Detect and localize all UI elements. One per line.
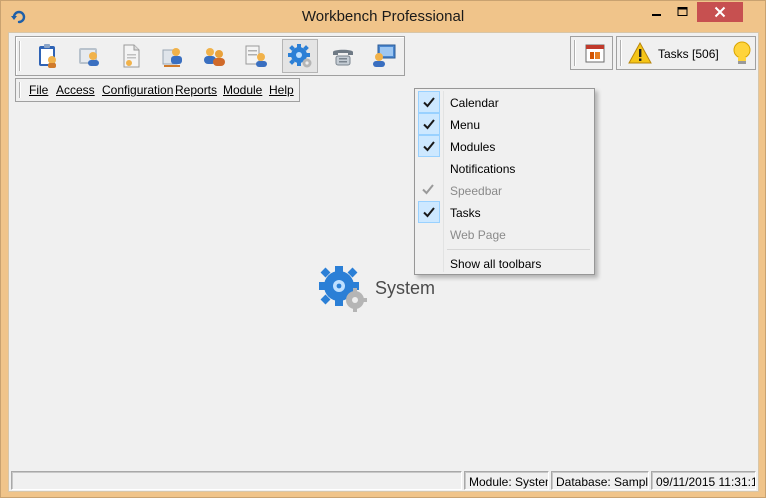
status-datetime: 09/11/2015 11:31:12 [651, 471, 756, 490]
menu-access[interactable]: Access [56, 83, 95, 97]
gear-system-icon [288, 44, 312, 68]
minimize-icon [652, 14, 661, 16]
context-item-label: Show all toolbars [450, 257, 542, 271]
menu-file[interactable]: File [29, 83, 48, 97]
toolbar-button-6[interactable] [238, 39, 274, 73]
status-database: Database: Sample [551, 471, 649, 490]
user-card-icon [79, 48, 99, 66]
menu-reports[interactable]: Reports [175, 83, 217, 97]
menu-configuration[interactable]: Configuration [102, 83, 173, 97]
toolbar-button-5[interactable] [196, 39, 232, 73]
users-group-icon [204, 48, 225, 66]
calendar-icon[interactable] [585, 43, 605, 63]
current-module-label: System [375, 278, 436, 298]
tasks-count-label[interactable]: Tasks [506] [658, 47, 719, 61]
warning-icon[interactable] [628, 42, 652, 64]
checkmark-icon [423, 141, 435, 152]
close-button[interactable] [697, 2, 743, 22]
lightbulb-icon[interactable] [732, 40, 752, 66]
tasks-check [418, 201, 440, 223]
gear-system-icon [319, 266, 367, 312]
phone-icon [333, 49, 353, 66]
web-page-check [418, 223, 440, 245]
toolbar-button-4[interactable] [155, 39, 191, 73]
toolbar-button-2[interactable] [72, 39, 108, 73]
tasks-toolbar-grip[interactable] [620, 40, 622, 66]
checkmark-icon [422, 184, 434, 195]
calendar-toolbar-grip[interactable] [574, 40, 576, 66]
toolbar-button-1[interactable] [30, 39, 66, 73]
checkmark-icon [423, 97, 435, 108]
context-item-label: Calendar [450, 96, 499, 110]
context-item-menu[interactable]: Menu [417, 113, 592, 135]
context-item-label: Tasks [450, 206, 481, 220]
menu-help[interactable]: Help [269, 83, 294, 97]
modules-check [418, 135, 440, 157]
context-item-label: Speedbar [450, 184, 503, 198]
title-bar[interactable]: Workbench Professional [1, 1, 765, 32]
speedbar-check [418, 179, 440, 201]
context-item-label: Notifications [450, 162, 516, 176]
context-item-web-page: Web Page [417, 223, 592, 245]
context-item-notifications[interactable]: Notifications [417, 157, 592, 179]
checkmark-icon [423, 119, 435, 130]
context-item-label: Web Page [450, 228, 506, 242]
menubar-grip[interactable] [19, 82, 21, 98]
close-icon [714, 6, 726, 18]
toolbar-button-9[interactable] [366, 39, 402, 73]
context-item-label: Modules [450, 140, 496, 154]
status-bar: Module: System Database: Sample 09/11/20… [11, 471, 756, 490]
tasks-toolbar: Tasks [506] [616, 36, 756, 70]
checkmark-icon [423, 207, 435, 218]
clipboard-user-icon [39, 44, 56, 68]
main-client-area: File Access Configuration Reports Module… [8, 32, 759, 492]
toolbar-button-system[interactable] [282, 39, 318, 73]
menu-bar: File Access Configuration Reports Module… [15, 78, 300, 102]
toolbar-button-8[interactable] [325, 39, 361, 73]
maximize-icon [677, 7, 688, 16]
context-menu-separator [447, 249, 590, 250]
minimize-button[interactable] [644, 2, 670, 22]
user-list-icon [245, 45, 267, 67]
calendar-toolbar [570, 36, 613, 70]
context-item-calendar[interactable]: Calendar [417, 91, 592, 113]
context-item-tasks[interactable]: Tasks [417, 201, 592, 223]
status-module: Module: System [464, 471, 549, 490]
user-transfer-icon [162, 48, 182, 67]
maximize-button[interactable] [670, 2, 696, 22]
context-item-speedbar: Speedbar [417, 179, 592, 201]
context-item-show-all-toolbars[interactable]: Show all toolbars [417, 252, 592, 274]
calendar-check [418, 91, 440, 113]
app-window: Workbench Professional File Access Confi… [0, 0, 766, 498]
toolbar-button-3[interactable] [113, 39, 149, 73]
context-item-modules[interactable]: Modules [417, 135, 592, 157]
toolbar-grip[interactable] [19, 41, 21, 71]
context-item-label: Menu [450, 118, 481, 132]
document-icon [123, 44, 140, 68]
menu-check [418, 113, 440, 135]
menu-module[interactable]: Module [223, 83, 262, 97]
status-message [11, 471, 462, 490]
monitor-user-icon [373, 44, 396, 67]
modules-toolbar [15, 36, 405, 76]
notifications-check [418, 157, 440, 179]
toolbars-context-menu: Calendar Menu Modules Notifications Spee… [414, 88, 595, 275]
